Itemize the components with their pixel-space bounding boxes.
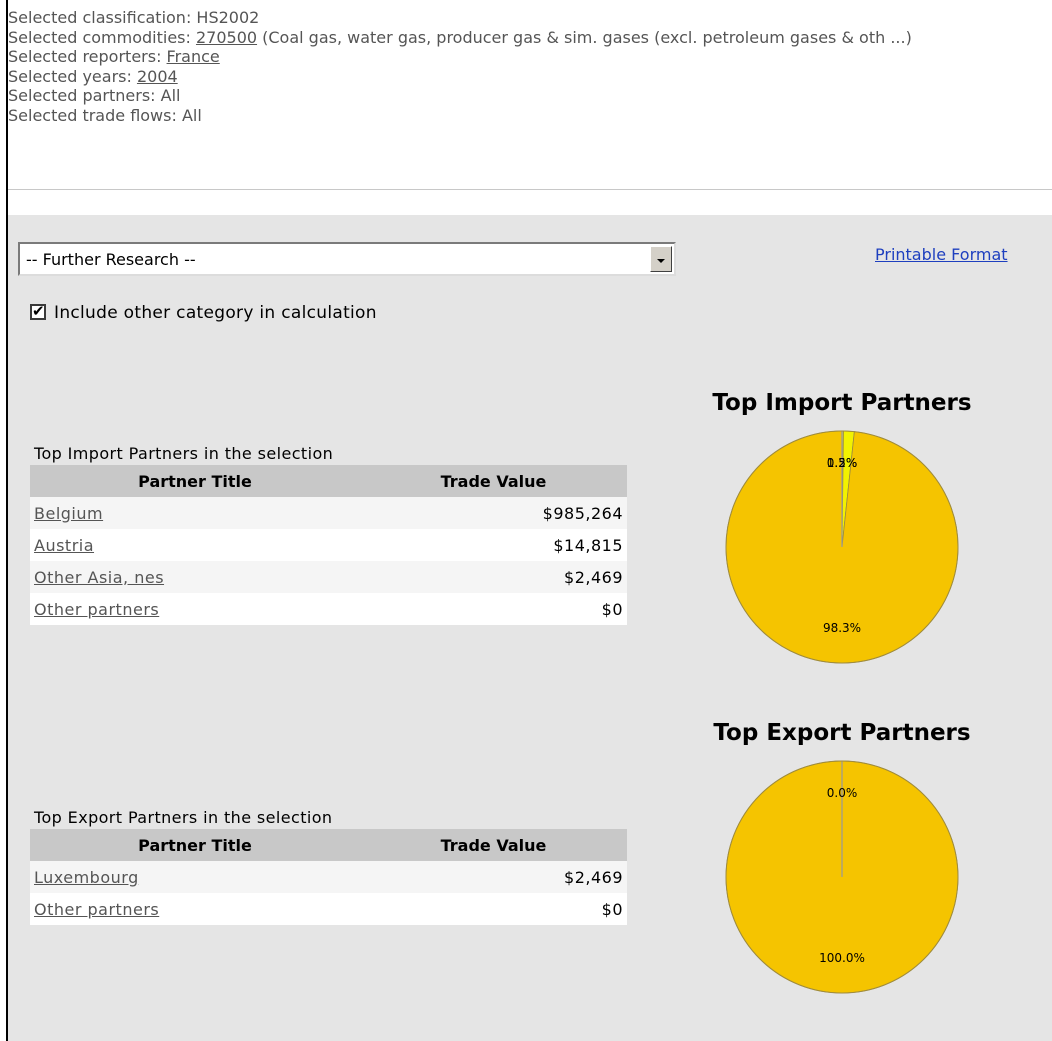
pie-slice-label: 98.3% bbox=[823, 621, 861, 635]
export-pie-chart: 0.0% 100.0% bbox=[725, 760, 959, 994]
table-row: Austria $14,815 bbox=[30, 529, 627, 561]
dropdown-arrow-button[interactable] bbox=[650, 246, 672, 272]
import-partners-table: Partner Title Trade Value Belgium $985,26… bbox=[30, 465, 627, 625]
commodity-description: (Coal gas, water gas, producer gas & sim… bbox=[257, 27, 912, 47]
column-header-partner[interactable]: Partner Title bbox=[30, 465, 360, 497]
trade-flows-line: Selected trade flows: All bbox=[8, 105, 202, 125]
column-header-partner[interactable]: Partner Title bbox=[30, 829, 360, 861]
table-row: Other Asia, nes $2,469 bbox=[30, 561, 627, 593]
partner-link[interactable]: Other partners bbox=[34, 900, 159, 919]
years-prefix: Selected years: bbox=[8, 66, 137, 86]
import-chart-title: Top Import Partners bbox=[712, 390, 972, 416]
pie-slice-label: 0.0% bbox=[827, 786, 858, 800]
export-table-caption: Top Export Partners in the selection bbox=[34, 808, 333, 827]
table-row: Other partners $0 bbox=[30, 593, 627, 625]
partner-link[interactable]: Other partners bbox=[34, 600, 159, 619]
pie-slice-label: 100.0% bbox=[819, 951, 865, 965]
include-other-label: Include other category in calculation bbox=[54, 303, 377, 323]
selection-summary: Selected classification: HS2002 Selected… bbox=[8, 8, 1048, 125]
commodities-line: Selected commodities: 270500 (Coal gas, … bbox=[8, 28, 1048, 48]
trade-value: $2,469 bbox=[360, 561, 627, 593]
years-line: Selected years: 2004 bbox=[8, 67, 1048, 87]
trade-value: $0 bbox=[360, 893, 627, 925]
trade-value: $0 bbox=[360, 593, 627, 625]
table-row: Belgium $985,264 bbox=[30, 497, 627, 529]
partner-link[interactable]: Belgium bbox=[34, 504, 103, 523]
reporters-prefix: Selected reporters: bbox=[8, 47, 167, 66]
divider bbox=[8, 189, 1052, 190]
trade-value: $985,264 bbox=[360, 497, 627, 529]
classification-line: Selected classification: HS2002 bbox=[8, 8, 260, 27]
commodities-prefix: Selected commodities: bbox=[8, 27, 196, 47]
column-header-value[interactable]: Trade Value bbox=[360, 465, 627, 497]
pie-slice-label: 1.5% bbox=[827, 456, 858, 470]
trade-value: $14,815 bbox=[360, 529, 627, 561]
import-table-caption: Top Import Partners in the selection bbox=[34, 444, 334, 463]
export-chart-title: Top Export Partners bbox=[713, 720, 971, 746]
partner-link[interactable]: Austria bbox=[34, 536, 94, 555]
import-pie-chart: 0.2%1.5%98.3% bbox=[725, 430, 959, 664]
further-research-select[interactable]: -- Further Research -- bbox=[18, 242, 676, 276]
chevron-down-icon bbox=[657, 259, 665, 263]
commodity-code-link[interactable]: 270500 bbox=[196, 28, 257, 47]
reporter-link[interactable]: France bbox=[167, 47, 220, 66]
table-row: Luxembourg $2,469 bbox=[30, 861, 627, 893]
include-other-option: Include other category in calculation bbox=[30, 302, 377, 323]
export-partners-table: Partner Title Trade Value Luxembourg $2,4… bbox=[30, 829, 627, 925]
printable-format-link[interactable]: Printable Format bbox=[875, 245, 1008, 264]
partners-line: Selected partners: All bbox=[8, 86, 181, 105]
partner-link[interactable]: Other Asia, nes bbox=[34, 568, 164, 587]
reporters-line: Selected reporters: France bbox=[8, 47, 1048, 67]
table-row: Other partners $0 bbox=[30, 893, 627, 925]
trade-value: $2,469 bbox=[360, 861, 627, 893]
column-header-value[interactable]: Trade Value bbox=[360, 829, 627, 861]
year-link[interactable]: 2004 bbox=[137, 67, 178, 86]
partner-link[interactable]: Luxembourg bbox=[34, 868, 139, 887]
further-research-value: -- Further Research -- bbox=[26, 250, 196, 269]
include-other-checkbox[interactable] bbox=[30, 302, 46, 320]
